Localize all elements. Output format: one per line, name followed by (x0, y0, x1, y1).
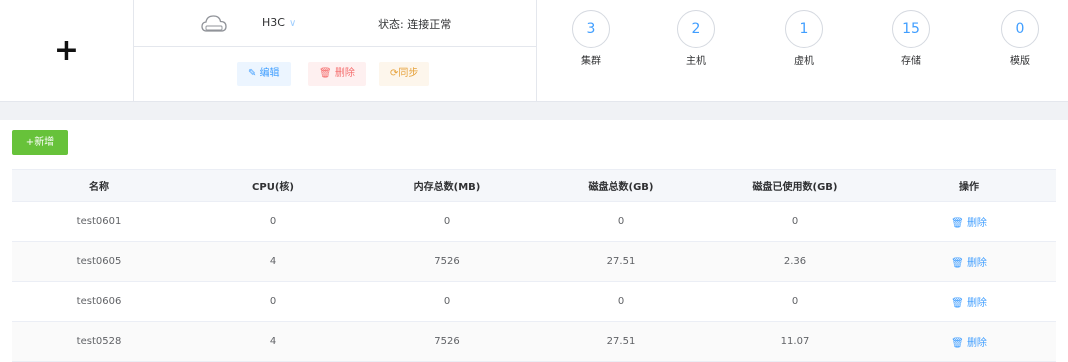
sync-button[interactable]: ⟳同步 (379, 62, 430, 86)
platform-panel: + H3C ∨ 状态: 连接正常 ✎ 编辑 🗑 删除 ⟳同步 3 集群 2 主机 … (0, 0, 1068, 102)
edit-button[interactable]: ✎ 编辑 (237, 62, 291, 86)
add-platform-button[interactable]: + (0, 0, 134, 101)
connection-status: 状态: 连接正常 (378, 18, 452, 31)
table-row: test0601 0 0 0 0 🗑 删除 (12, 201, 1056, 242)
cell-disk-total: 27.51 (534, 321, 708, 362)
stat-label: 模版 (1010, 56, 1030, 67)
row-delete-button[interactable]: 🗑 删除 (951, 218, 987, 229)
stat-count: 1 (785, 10, 823, 48)
stat-label: 存储 (901, 56, 921, 67)
trash-icon: 🗑 (951, 298, 967, 309)
plus-icon: + (53, 33, 80, 68)
cell-actions: 🗑 删除 (882, 241, 1056, 282)
cell-cpu: 4 (186, 321, 360, 362)
col-disk-used: 磁盘已使用数(GB) (708, 169, 882, 202)
cell-memory: 7526 (360, 241, 534, 282)
chevron-down-icon: ∨ (288, 18, 297, 29)
plus-icon: + (25, 137, 35, 148)
platform-select[interactable]: H3C ∨ (262, 16, 296, 29)
row-delete-label: 删除 (966, 258, 987, 269)
cell-memory: 7526 (360, 321, 534, 362)
cloud-icon (201, 15, 227, 32)
platform-info: H3C ∨ 状态: 连接正常 (134, 0, 536, 47)
row-delete-label: 删除 (966, 298, 987, 309)
stat-label: 虚机 (794, 56, 814, 67)
new-label: 新增 (34, 137, 55, 148)
row-delete-label: 删除 (966, 218, 987, 229)
trash-icon: 🗑 (951, 218, 967, 229)
cell-name: test0606 (12, 281, 186, 322)
cell-disk-total: 27.51 (534, 241, 708, 282)
stat-clusters[interactable]: 3 集群 (561, 10, 621, 67)
cell-memory: 0 (360, 201, 534, 242)
delete-label: 删除 (334, 68, 355, 79)
cell-disk-used: 2.36 (708, 241, 882, 282)
stat-count: 15 (892, 10, 930, 48)
cell-cpu: 4 (186, 241, 360, 282)
stat-templates[interactable]: 0 模版 (990, 10, 1050, 67)
col-cpu: CPU(核) (186, 169, 360, 202)
new-button[interactable]: +新增 (12, 130, 68, 155)
table-row: test0605 4 7526 27.51 2.36 🗑 删除 (12, 241, 1056, 282)
cell-actions: 🗑 删除 (882, 201, 1056, 242)
cell-disk-used: 0 (708, 201, 882, 242)
platform-card: H3C ∨ 状态: 连接正常 ✎ 编辑 🗑 删除 ⟳同步 (134, 0, 537, 101)
row-delete-button[interactable]: 🗑 删除 (951, 298, 987, 309)
col-memory: 内存总数(MB) (360, 169, 534, 202)
cell-name: test0605 (12, 241, 186, 282)
stat-storage[interactable]: 15 存储 (881, 10, 941, 67)
section-divider (0, 102, 1068, 120)
cell-name: test0601 (12, 201, 186, 242)
stat-label: 集群 (581, 56, 601, 67)
sync-label: 同步 (398, 68, 419, 79)
col-disk-total: 磁盘总数(GB) (534, 169, 708, 202)
stat-hosts[interactable]: 2 主机 (666, 10, 726, 67)
cell-cpu: 0 (186, 281, 360, 322)
vm-table: 名称 CPU(核) 内存总数(MB) 磁盘总数(GB) 磁盘已使用数(GB) 操… (12, 169, 1056, 362)
row-delete-button[interactable]: 🗑 删除 (951, 258, 987, 269)
cell-name: test0528 (12, 321, 186, 362)
row-delete-button[interactable]: 🗑 删除 (951, 338, 987, 349)
stat-vms[interactable]: 1 虚机 (774, 10, 834, 67)
edit-label: 编辑 (259, 68, 280, 79)
col-actions: 操作 (882, 169, 1056, 202)
cell-disk-used: 0 (708, 281, 882, 322)
cell-disk-used: 11.07 (708, 321, 882, 362)
table-header: 名称 CPU(核) 内存总数(MB) 磁盘总数(GB) 磁盘已使用数(GB) 操… (12, 169, 1056, 202)
cell-cpu: 0 (186, 201, 360, 242)
trash-icon: 🗑 (319, 68, 335, 79)
trash-icon: 🗑 (951, 338, 967, 349)
stat-count: 0 (1001, 10, 1039, 48)
col-name: 名称 (12, 169, 186, 202)
stat-count: 2 (677, 10, 715, 48)
cell-actions: 🗑 删除 (882, 321, 1056, 362)
table-row: test0606 0 0 0 0 🗑 删除 (12, 281, 1056, 322)
cell-actions: 🗑 删除 (882, 281, 1056, 322)
edit-icon: ✎ (248, 68, 260, 79)
row-delete-label: 删除 (966, 338, 987, 349)
cell-disk-total: 0 (534, 281, 708, 322)
delete-button[interactable]: 🗑 删除 (308, 62, 366, 86)
cell-disk-total: 0 (534, 201, 708, 242)
trash-icon: 🗑 (951, 258, 967, 269)
platform-name: H3C (262, 16, 285, 29)
stat-label: 主机 (686, 56, 706, 67)
cell-memory: 0 (360, 281, 534, 322)
stat-count: 3 (572, 10, 610, 48)
table-row: test0528 4 7526 27.51 11.07 🗑 删除 (12, 321, 1056, 362)
